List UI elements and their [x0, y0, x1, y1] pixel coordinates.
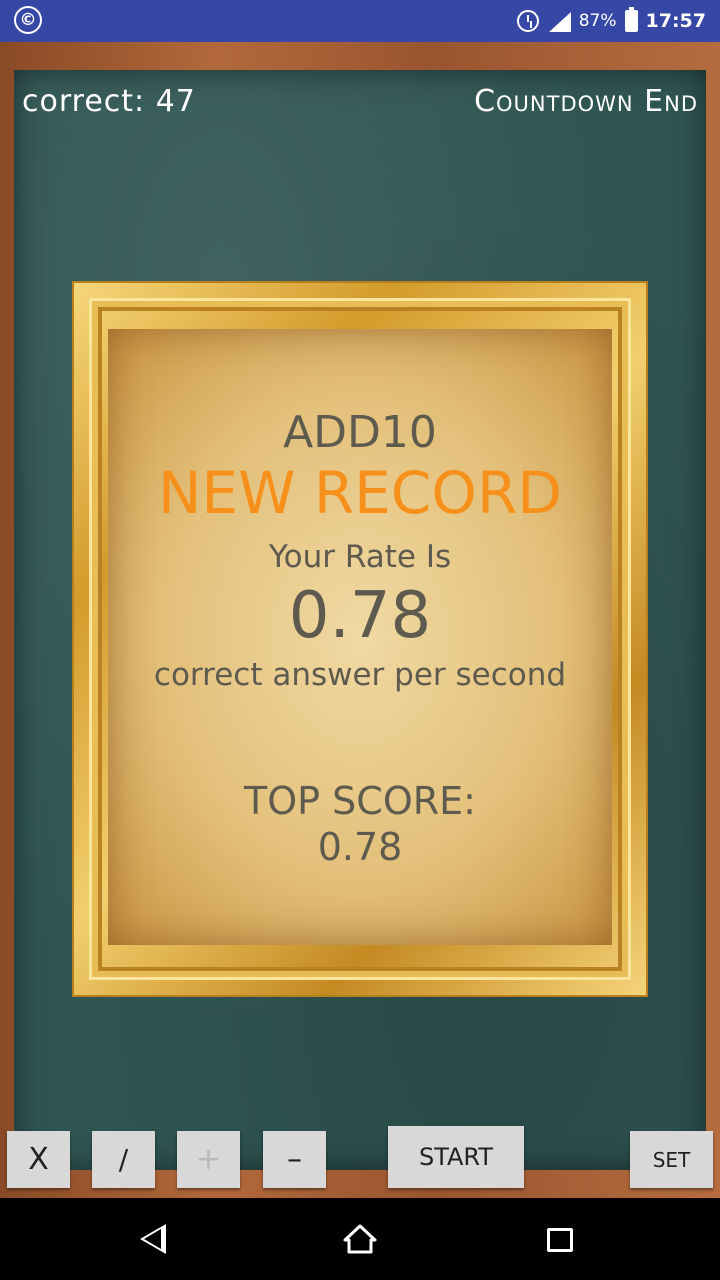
signal-icon: [547, 10, 571, 32]
recents-icon[interactable]: [547, 1228, 573, 1252]
set-button[interactable]: SET: [630, 1131, 713, 1188]
rate-unit: correct answer per second: [153, 657, 567, 693]
chalkboard: correct: 47 Countdown End ADD10 NEW RECO…: [14, 70, 706, 1170]
rate-label: Your Rate Is: [268, 539, 452, 575]
game-mode: ADD10: [283, 407, 437, 458]
add-button[interactable]: +: [177, 1131, 240, 1188]
copyright-icon: ©: [14, 6, 42, 34]
wood-frame: correct: 47 Countdown End ADD10 NEW RECO…: [0, 42, 720, 1198]
top-score-value: 0.78: [317, 825, 403, 869]
multiply-button[interactable]: X: [7, 1131, 70, 1188]
status-bar: © 87% 17:57: [0, 0, 720, 42]
divide-button[interactable]: /: [92, 1131, 155, 1188]
status-indicators: 87% 17:57: [516, 0, 706, 42]
result-paper: ADD10 NEW RECORD Your Rate Is 0.78 corre…: [108, 329, 612, 945]
countdown-status-label: Countdown End: [474, 84, 698, 119]
result-frame: ADD10 NEW RECORD Your Rate Is 0.78 corre…: [72, 281, 648, 997]
rate-value: 0.78: [288, 579, 432, 653]
battery-percent: 87%: [578, 11, 617, 31]
back-icon[interactable]: [140, 1224, 166, 1254]
correct-count-label: correct: 47: [22, 84, 196, 119]
new-record-banner: NEW RECORD: [158, 459, 562, 527]
start-button[interactable]: START: [388, 1126, 524, 1188]
status-time: 17:57: [645, 10, 706, 32]
battery-icon: [624, 7, 638, 32]
subtract-button[interactable]: –: [263, 1131, 326, 1188]
home-icon[interactable]: [343, 1224, 377, 1254]
navigation-bar: [0, 1198, 720, 1280]
alarm-icon: [516, 10, 539, 32]
app-screen: © 87% 17:57 correct: 47 Countdown End AD…: [0, 0, 720, 1280]
top-score-label: TOP SCORE:: [244, 779, 476, 823]
